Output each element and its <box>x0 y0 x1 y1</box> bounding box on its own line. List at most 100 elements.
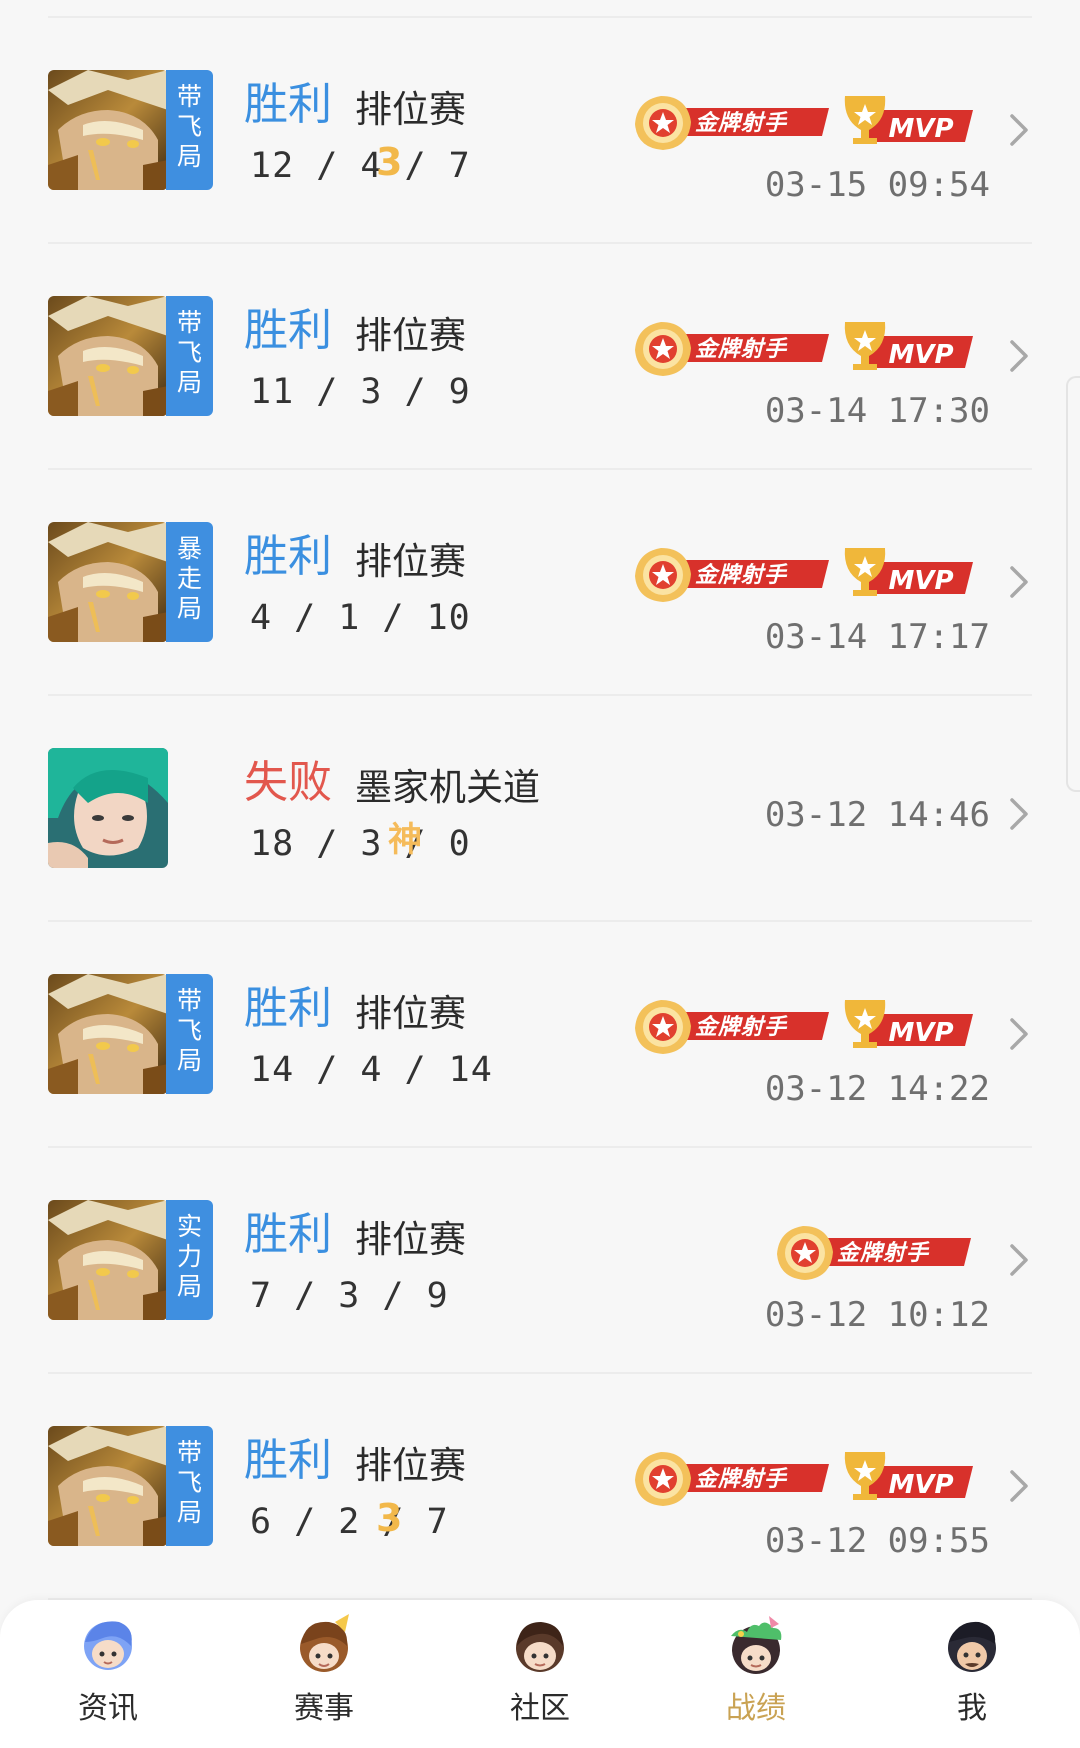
mvp-badge: MVP <box>831 90 976 154</box>
match-kda: 4 / 1 / 10 <box>250 598 471 638</box>
match-tag-char: 带 <box>176 1438 202 1467</box>
hero-avatar <box>48 522 168 642</box>
match-mode: 排位赛 <box>355 540 466 583</box>
match-time: 03-12 14:46 <box>764 795 990 835</box>
nav-label: 战绩 <box>726 1691 786 1726</box>
match-tag-char: 局 <box>176 1272 202 1301</box>
chevron-right-icon[interactable] <box>1008 110 1032 150</box>
match-tag-char: 实 <box>176 1212 202 1241</box>
match-mode: 排位赛 <box>355 88 466 131</box>
match-row[interactable]: 实力局胜利 排位赛 7 / 3 / 9 金牌射手 03-12 10:12 <box>0 1148 1080 1374</box>
gold-marksman-label: 金牌射手 <box>695 1467 788 1492</box>
match-row[interactable]: 带飞局胜利 排位赛 14 / 4 / 14 MVP 金牌射手 03-12 14:22 <box>0 922 1080 1148</box>
match-mode: 墨家机关道 <box>355 766 540 809</box>
svg-text:MVP: MVP <box>888 566 953 596</box>
match-grade-badge: 3 <box>376 1496 403 1540</box>
match-tag-char: 走 <box>176 564 202 593</box>
gold-marksman-label: 金牌射手 <box>695 337 788 362</box>
match-tag-char: 飞 <box>176 1468 202 1497</box>
chevron-right-icon[interactable] <box>1008 794 1032 834</box>
match-time: 03-12 10:12 <box>764 1295 990 1335</box>
scroll-handle[interactable] <box>1066 376 1080 792</box>
chevron-right-icon[interactable] <box>1008 1014 1032 1054</box>
match-mode: 排位赛 <box>355 314 466 357</box>
nav-item-2[interactable]: 社区 <box>480 1612 600 1742</box>
match-tag-char: 飞 <box>176 338 202 367</box>
match-time: 03-15 09:54 <box>764 165 990 205</box>
me-avatar-icon <box>937 1612 1007 1682</box>
match-tag-char: 暴 <box>176 534 202 563</box>
match-tag-char: 带 <box>176 986 202 1015</box>
match-result: 失败 <box>244 757 332 808</box>
hero-avatar <box>48 296 168 416</box>
match-time: 03-12 14:22 <box>764 1069 990 1109</box>
gold-marksman-label: 金牌射手 <box>695 1015 788 1040</box>
hero-avatar <box>48 70 168 190</box>
hero-avatar <box>48 1426 168 1546</box>
news-avatar-icon <box>73 1612 143 1682</box>
svg-text:MVP: MVP <box>888 1018 953 1048</box>
match-kda: 11 / 3 / 9 <box>250 372 471 412</box>
match-result: 胜利 <box>244 305 332 356</box>
nav-label: 社区 <box>510 1691 570 1726</box>
nav-label: 我 <box>957 1691 987 1726</box>
chevron-right-icon[interactable] <box>1008 1240 1032 1280</box>
match-row[interactable]: 带飞局胜利 排位赛 6 / 2 / 73 MVP 金牌射手 03-12 09:55 <box>0 1374 1080 1600</box>
match-tag: 带飞局 <box>166 70 213 190</box>
chevron-right-icon[interactable] <box>1008 336 1032 376</box>
bottom-nav: 资讯 赛事 社区 战绩 我 <box>0 1600 1080 1748</box>
gold-marksman-badge: 金牌射手 <box>629 994 834 1058</box>
hero-avatar <box>48 974 168 1094</box>
match-tag-char: 力 <box>176 1242 202 1271</box>
match-tag-char: 飞 <box>176 1016 202 1045</box>
nav-item-1[interactable]: 赛事 <box>264 1612 384 1742</box>
hero-avatar <box>48 1200 168 1320</box>
svg-text:MVP: MVP <box>888 340 953 370</box>
community-avatar-icon <box>505 1612 575 1682</box>
match-row[interactable]: 暴走局胜利 排位赛 4 / 1 / 10 MVP 金牌射手 03-14 17:17 <box>0 470 1080 696</box>
gold-marksman-badge: 金牌射手 <box>629 542 834 606</box>
match-tag: 实力局 <box>166 1200 213 1320</box>
match-tag-char: 局 <box>176 142 202 171</box>
match-result: 胜利 <box>244 531 332 582</box>
nav-label: 资讯 <box>78 1691 138 1726</box>
gold-marksman-label: 金牌射手 <box>695 563 788 588</box>
match-row[interactable]: 失败 墨家机关道 18 / 3 / 0 神 03-12 14:46 <box>0 696 1080 922</box>
match-result: 胜利 <box>244 79 332 130</box>
match-tag-char: 局 <box>176 368 202 397</box>
nav-item-0[interactable]: 资讯 <box>48 1612 168 1742</box>
match-row[interactable]: 带飞局胜利 排位赛 12 / 4 / 73 MVP 金牌射手 03-15 09:54 <box>0 18 1080 244</box>
mvp-badge: MVP <box>831 1446 976 1510</box>
match-time: 03-12 09:55 <box>764 1521 990 1561</box>
mvp-badge: MVP <box>831 994 976 1058</box>
gold-marksman-badge: 金牌射手 <box>629 90 834 154</box>
match-time: 03-14 17:17 <box>764 617 990 657</box>
match-tag-char: 局 <box>176 1498 202 1527</box>
chevron-right-icon[interactable] <box>1008 1466 1032 1506</box>
match-kda: 12 / 4 / 7 <box>250 146 471 186</box>
match-tag: 暴走局 <box>166 522 213 642</box>
match-kda: 14 / 4 / 14 <box>250 1050 493 1090</box>
match-grade-badge: 神 <box>388 820 422 860</box>
match-result: 胜利 <box>244 983 332 1034</box>
match-tag: 带飞局 <box>166 974 213 1094</box>
mvp-badge: MVP <box>831 316 976 380</box>
match-tag-char: 局 <box>176 594 202 623</box>
gold-marksman-label: 金牌射手 <box>695 111 788 136</box>
match-time: 03-14 17:30 <box>764 391 990 431</box>
svg-text:MVP: MVP <box>888 1470 953 1500</box>
match-result: 胜利 <box>244 1209 332 1260</box>
match-kda: 7 / 3 / 9 <box>250 1276 449 1316</box>
records-avatar-icon <box>721 1612 791 1682</box>
match-mode: 排位赛 <box>355 1218 466 1261</box>
gold-marksman-badge: 金牌射手 <box>629 316 834 380</box>
hero-avatar <box>48 748 168 868</box>
match-row[interactable]: 带飞局胜利 排位赛 11 / 3 / 9 MVP 金牌射手 03-14 17:30 <box>0 244 1080 470</box>
nav-item-3[interactable]: 战绩 <box>696 1612 816 1742</box>
match-tag: 带飞局 <box>166 1426 213 1546</box>
match-grade-badge: 3 <box>376 140 403 184</box>
match-mode: 排位赛 <box>355 1444 466 1487</box>
chevron-right-icon[interactable] <box>1008 562 1032 602</box>
nav-item-4[interactable]: 我 <box>912 1612 1032 1742</box>
nav-label: 赛事 <box>294 1691 354 1726</box>
